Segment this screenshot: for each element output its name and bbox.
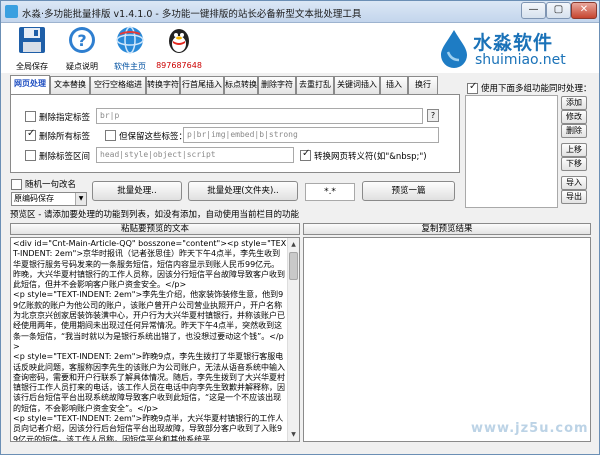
remove-tags-row: 删除指定标签 br|p ? [11,108,461,126]
global-save-label: 全局保存 [16,62,48,71]
use-multi-group-checkbox[interactable] [467,81,478,94]
tab-web-processing[interactable]: 网页处理 [10,75,50,95]
tab-blank-line-indent[interactable]: 空行空格缩进 [90,76,146,94]
qq-contact-button[interactable]: 897687648 [151,25,207,71]
paste-source-header[interactable]: 粘贴要预览的文本 [10,223,300,235]
chevron-down-icon[interactable]: ▼ [75,193,86,205]
remove-tags-input[interactable]: br|p [96,108,423,124]
tab-line-break[interactable]: 换行 [408,76,438,94]
remove-all-tags-label: 删除所有标签 [39,132,91,142]
minimize-button[interactable]: — [521,2,546,19]
source-text-area[interactable]: <div id="Cnt-Main-Article-QQ" bosszone="… [10,237,300,442]
move-down-button[interactable]: 下移 [561,157,587,171]
tab-convert-chars[interactable]: 转换字符 [146,76,180,94]
tab-dedupe-shuffle[interactable]: 去重打乱 [296,76,334,94]
remove-zone-input[interactable]: head|style|object|script [96,147,294,163]
help-notes-button[interactable]: ? 疑点说明 [57,25,107,71]
multi-function-panel: 使用下面多组功能同时处理： 添加 修改 删除 上移 下移 导入 导出 [465,79,592,208]
random-rename-checkbox[interactable] [11,179,22,190]
scroll-down-icon[interactable]: ▼ [288,429,299,440]
tab-keyword-insert[interactable]: 关键词插入 [334,76,380,94]
toolbar: 全局保存 ? 疑点说明 软件主页 897687648 水淼软件 shuimiao… [1,23,599,73]
svg-text:?: ? [77,31,86,50]
remove-zone-label: 删除标签区间 [39,152,91,162]
preview-hint: 预览区 - 请添加要处理的功能到列表，如没有添加，自动使用当前栏目的功能 [10,210,299,220]
app-icon [5,5,18,18]
encoding-select[interactable]: 原编码保存 ▼ [11,192,87,206]
globe-icon [116,26,144,54]
remove-all-tags-checkbox[interactable] [25,128,36,141]
remove-all-tags-row: 删除所有标签 但保留这些标签： p|br|img|embed|b|strong [11,127,461,145]
convert-entity-label: 转换网页转义符(如"&nbsp;") [314,152,427,162]
tab-text-replace[interactable]: 文本替换 [50,76,90,94]
encoding-select-value: 原编码保存 [14,194,54,203]
qq-number-label: 897687648 [156,61,202,70]
remove-tags-label: 删除指定标签 [39,113,91,123]
keep-tags-input[interactable]: p|br|img|embed|b|strong [183,127,439,143]
global-save-button[interactable]: 全局保存 [7,25,57,71]
brand-logo: 水淼软件 shuimiao.net [437,26,597,72]
close-button[interactable]: ✕ [571,2,597,19]
remove-zone-row: 删除标签区间 head|style|object|script 转换网页转义符(… [11,147,461,165]
watermark-text: www.jz5u.com [471,421,589,436]
question-icon: ? [69,27,95,53]
tab-insert[interactable]: 插入 [380,76,408,94]
brand-site: shuimiao.net [475,52,566,68]
title-bar: 水淼·多功能批量排版 v1.4.1.0 - 多功能一键排版的站长必备新型文本批处… [1,1,599,23]
tab-line-insert[interactable]: 行首尾插入 [180,76,224,94]
qq-penguin-icon [169,29,189,53]
use-multi-group-label: 使用下面多组功能同时处理： [481,84,592,94]
homepage-button[interactable]: 软件主页 [105,25,155,71]
water-drop-logo-icon [441,30,467,68]
brand-name: 水淼软件 [473,32,554,54]
delete-button[interactable]: 删除 [561,124,587,138]
function-tabs: 网页处理 文本替换 空行空格缩进 转换字符 行首尾插入 标点转换 删除字符 去重… [10,75,440,95]
source-text: <div id="Cnt-Main-Article-QQ" bosszone="… [13,239,287,442]
web-processing-panel: 删除指定标签 br|p ? 删除所有标签 但保留这些标签： p|br|img|e… [10,94,460,173]
copy-result-header[interactable]: 复制预览结果 [303,223,591,235]
preview-one-button[interactable]: 预览一篇 [362,181,455,201]
remove-tags-help-button[interactable]: ? [427,109,439,122]
move-up-button[interactable]: 上移 [561,143,587,157]
add-button[interactable]: 添加 [561,96,587,110]
scroll-up-icon[interactable]: ▲ [288,239,299,250]
window-title: 水淼·多功能批量排版 v1.4.1.0 - 多功能一键排版的站长必备新型文本批处… [22,9,362,20]
convert-entity-checkbox[interactable] [300,148,311,161]
keep-tags-checkbox[interactable] [105,130,116,141]
tab-delete-chars[interactable]: 删除字符 [258,76,296,94]
help-notes-label: 疑点说明 [66,62,98,71]
batch-folder-button[interactable]: 批量处理(文件夹).. [188,181,298,201]
keep-tags-label: 但保留这些标签： [119,132,188,142]
import-button[interactable]: 导入 [561,176,587,190]
source-scrollbar[interactable]: ▲ ▼ [287,238,299,441]
modify-button[interactable]: 修改 [561,110,587,124]
homepage-label: 软件主页 [114,62,146,71]
remove-tags-checkbox[interactable] [25,111,36,122]
process-controls: 随机一句改名 原编码保存 ▼ 批量处理.. 批量处理(文件夹).. *.* 预览… [10,178,460,206]
app-window: 水淼·多功能批量排版 v1.4.1.0 - 多功能一键排版的站长必备新型文本批处… [0,0,600,455]
result-text-area[interactable] [303,237,591,442]
export-button[interactable]: 导出 [561,190,587,204]
maximize-button[interactable]: ▢ [546,2,571,19]
random-rename-label: 随机一句改名 [25,180,77,190]
remove-zone-checkbox[interactable] [25,150,36,161]
function-group-list[interactable] [465,95,558,208]
tab-punctuation[interactable]: 标点转换 [224,76,258,94]
scroll-thumb[interactable] [289,252,298,280]
batch-process-button[interactable]: 批量处理.. [92,181,182,201]
floppy-disk-icon [19,27,45,53]
file-extension-input[interactable]: *.* [305,183,355,201]
